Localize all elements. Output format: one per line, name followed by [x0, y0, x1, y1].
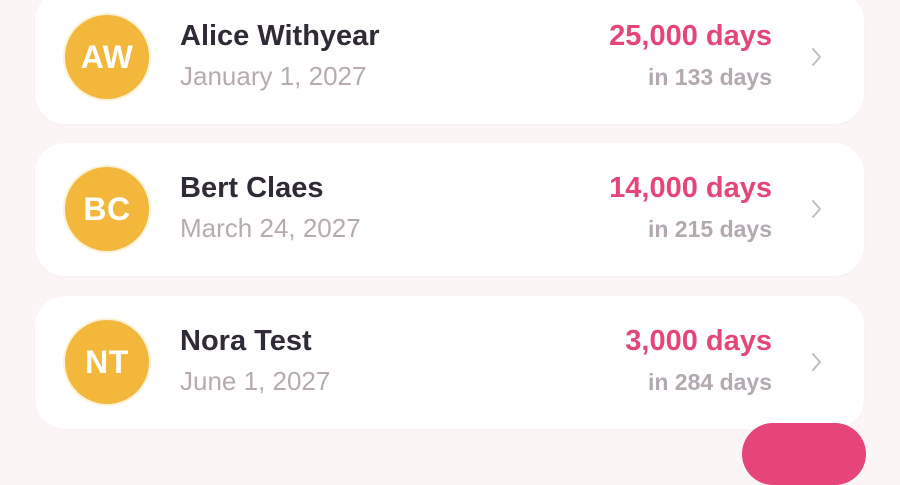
- floating-action-button[interactable]: [742, 423, 866, 485]
- person-name: Nora Test: [180, 325, 312, 357]
- milestone-date: January 1, 2027: [180, 61, 367, 91]
- milestone-card[interactable]: NT Nora Test June 1, 2027 3,000 days in …: [35, 296, 864, 429]
- avatar: NT: [65, 320, 149, 404]
- avatar: BC: [65, 167, 149, 251]
- chevron-right-icon[interactable]: [810, 45, 824, 69]
- person-name: Bert Claes: [180, 172, 324, 204]
- chevron-right-icon[interactable]: [810, 197, 824, 221]
- countdown-text: in 133 days: [647, 64, 772, 90]
- milestone-days: 25,000 days: [609, 20, 772, 52]
- milestone-date: March 24, 2027: [180, 213, 361, 243]
- milestone-card[interactable]: AW Alice Withyear January 1, 2027 25,000…: [35, 0, 864, 124]
- milestone-days: 14,000 days: [609, 172, 772, 204]
- milestone-card[interactable]: BC Bert Claes March 24, 2027 14,000 days…: [35, 143, 864, 276]
- countdown-text: in 284 days: [647, 369, 772, 395]
- chevron-right-icon[interactable]: [810, 350, 824, 374]
- milestone-date: June 1, 2027: [180, 366, 331, 396]
- milestone-list: AW Alice Withyear January 1, 2027 25,000…: [0, 0, 900, 441]
- milestone-days: 3,000 days: [625, 325, 772, 357]
- countdown-text: in 215 days: [647, 216, 772, 242]
- avatar: AW: [65, 15, 149, 99]
- person-name: Alice Withyear: [180, 20, 380, 52]
